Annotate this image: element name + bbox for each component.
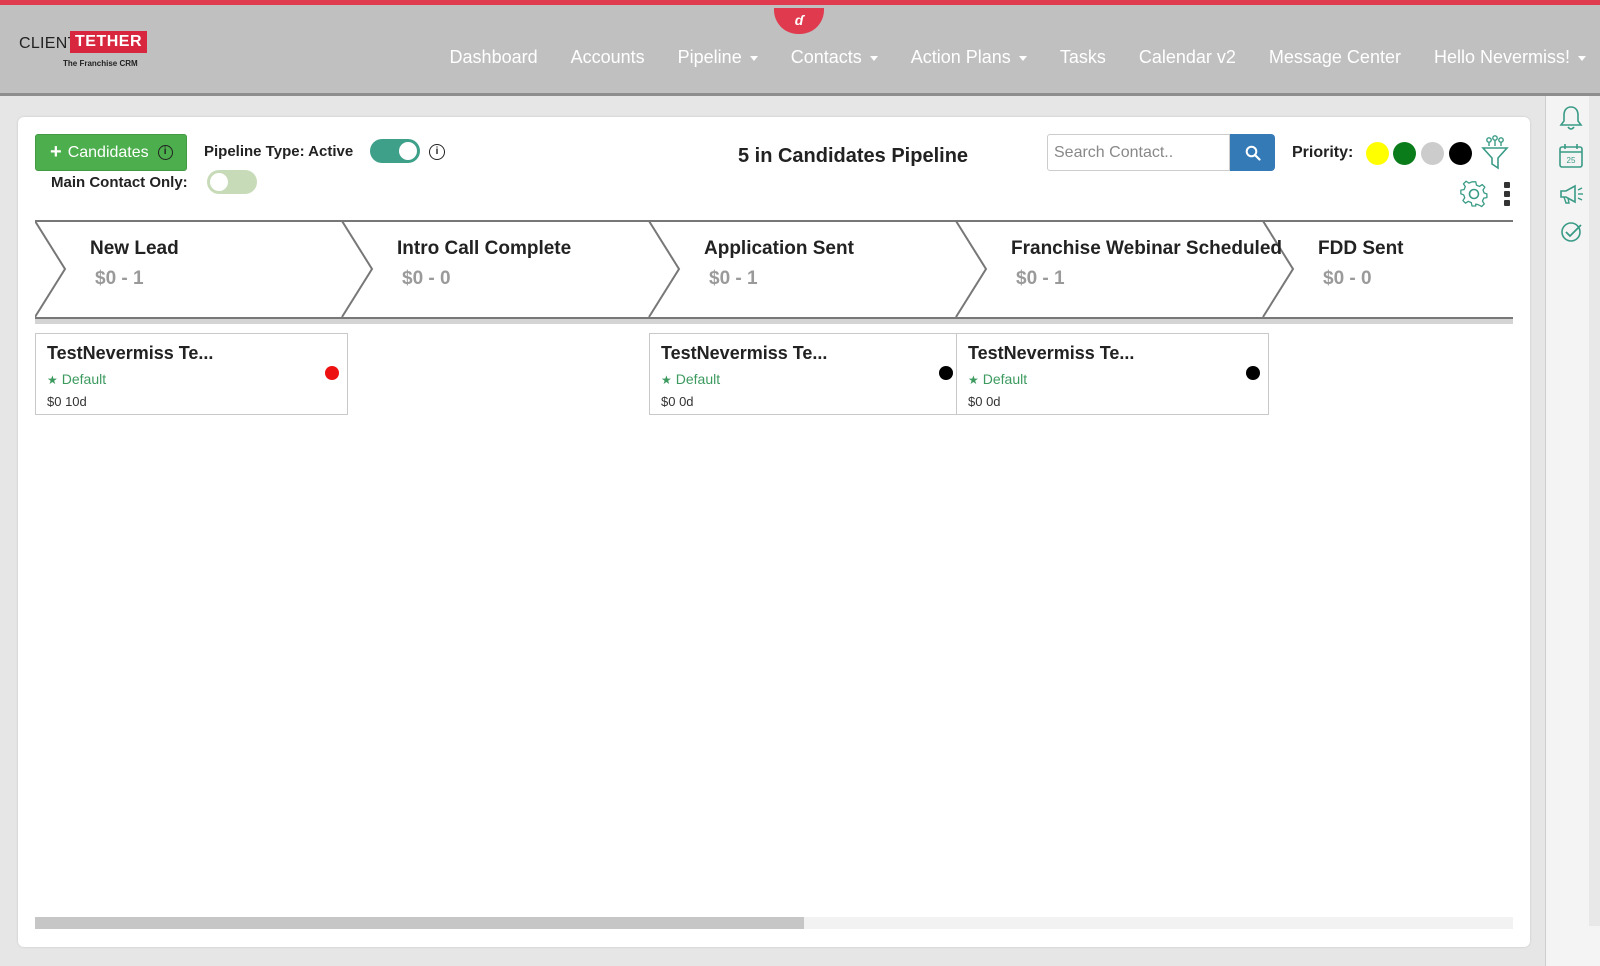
contact-card[interactable]: TestNevermiss Te... ★ Default $0 10d bbox=[35, 333, 348, 415]
card-contact-name[interactable]: TestNevermiss Te... bbox=[661, 343, 827, 364]
info-icon[interactable]: i bbox=[429, 144, 445, 160]
priority-dot bbox=[1246, 366, 1260, 380]
stage-name: New Lead bbox=[90, 238, 179, 259]
header-notch-badge: ɗ bbox=[774, 8, 824, 34]
stage-franchise-webinar-scheduled[interactable]: Franchise Webinar Scheduled $0 - 1 bbox=[1011, 238, 1282, 290]
card-tag: ★ Default bbox=[47, 371, 107, 387]
stage-intro-call-complete[interactable]: Intro Call Complete $0 - 0 bbox=[397, 238, 571, 290]
nav-action-plans[interactable]: Action Plans bbox=[911, 47, 1027, 68]
horizontal-scrollbar[interactable] bbox=[35, 917, 1513, 929]
priority-dot bbox=[939, 366, 953, 380]
nav-tasks[interactable]: Tasks bbox=[1060, 47, 1106, 68]
page-scrollbar[interactable] bbox=[1589, 96, 1600, 926]
add-candidate-label: Candidates bbox=[67, 143, 149, 161]
search-contact-input[interactable] bbox=[1047, 134, 1230, 171]
svg-text:25: 25 bbox=[1567, 156, 1576, 165]
nav-calendar-v2[interactable]: Calendar v2 bbox=[1139, 47, 1236, 68]
contact-card[interactable]: TestNevermiss Te... ★ Default $0 0d bbox=[649, 333, 962, 415]
pipeline-type-toggle[interactable] bbox=[370, 139, 420, 163]
nav-message-center[interactable]: Message Center bbox=[1269, 47, 1401, 68]
stage-name: FDD Sent bbox=[1318, 238, 1404, 259]
pipeline-type-label: Pipeline Type: Active bbox=[204, 143, 354, 160]
chevron-down-icon bbox=[869, 55, 878, 61]
card-tag: ★ Default bbox=[968, 371, 1028, 387]
bell-icon[interactable] bbox=[1557, 104, 1585, 132]
card-contact-name[interactable]: TestNevermiss Te... bbox=[47, 343, 213, 364]
nav-user-menu[interactable]: Hello Nevermiss! bbox=[1434, 47, 1586, 68]
logo-tagline: The Franchise CRM bbox=[63, 59, 138, 68]
pipeline-panel: + Candidates i Pipeline Type: Active i M… bbox=[18, 117, 1530, 947]
nav-contacts[interactable]: Contacts bbox=[791, 47, 878, 68]
star-icon: ★ bbox=[968, 373, 979, 387]
card-tag: ★ Default bbox=[661, 371, 721, 387]
nav-pipeline[interactable]: Pipeline bbox=[678, 47, 758, 68]
stage-summary: $0 - 0 bbox=[402, 268, 451, 289]
chevron-down-icon bbox=[1578, 55, 1586, 61]
top-navbar: ɗ CLIENT TETHER The Franchise CRM Dashbo… bbox=[0, 0, 1600, 96]
pipeline-stages: New Lead $0 - 1 Intro Call Complete $0 -… bbox=[35, 220, 1513, 324]
megaphone-icon[interactable] bbox=[1557, 180, 1585, 208]
stage-name: Application Sent bbox=[704, 238, 854, 259]
stage-summary: $0 - 1 bbox=[709, 268, 758, 289]
add-candidate-button[interactable]: + Candidates i bbox=[35, 134, 187, 171]
priority-black[interactable] bbox=[1449, 142, 1472, 165]
main-nav: Dashboard Accounts Pipeline Contacts Act… bbox=[417, 47, 1586, 68]
card-meta: $0 10d bbox=[47, 394, 87, 409]
more-options-icon[interactable] bbox=[1502, 182, 1512, 210]
gear-icon[interactable] bbox=[1459, 179, 1489, 209]
star-icon: ★ bbox=[47, 373, 58, 387]
funnel-icon[interactable] bbox=[1480, 134, 1510, 170]
priority-gray[interactable] bbox=[1421, 142, 1444, 165]
check-circle-icon[interactable] bbox=[1557, 218, 1585, 246]
search-icon bbox=[1245, 145, 1261, 161]
star-icon: ★ bbox=[661, 373, 672, 387]
scrollbar-thumb[interactable] bbox=[35, 917, 804, 929]
plus-icon: + bbox=[50, 141, 62, 163]
pipeline-count-title: 5 in Candidates Pipeline bbox=[737, 145, 969, 167]
chevron-down-icon bbox=[1018, 55, 1027, 61]
priority-label: Priority: bbox=[1292, 144, 1354, 161]
info-icon[interactable]: i bbox=[157, 145, 173, 160]
priority-green[interactable] bbox=[1393, 142, 1416, 165]
card-meta: $0 0d bbox=[661, 394, 694, 409]
contact-card[interactable]: TestNevermiss Te... ★ Default $0 0d bbox=[956, 333, 1269, 415]
main-contact-toggle[interactable] bbox=[207, 170, 257, 194]
card-contact-name[interactable]: TestNevermiss Te... bbox=[968, 343, 1134, 364]
stage-summary: $0 - 1 bbox=[95, 268, 144, 289]
stage-name: Intro Call Complete bbox=[397, 238, 572, 259]
stage-new-lead[interactable]: New Lead $0 - 1 bbox=[90, 238, 179, 290]
stage-name: Franchise Webinar Scheduled bbox=[1011, 238, 1283, 259]
logo-client-text: CLIENT bbox=[19, 35, 78, 52]
nav-accounts[interactable]: Accounts bbox=[571, 47, 645, 68]
stage-application-sent[interactable]: Application Sent $0 - 1 bbox=[704, 238, 854, 290]
logo-tether-text: TETHER bbox=[70, 31, 147, 53]
priority-dot bbox=[325, 366, 339, 380]
search-button[interactable] bbox=[1230, 134, 1275, 171]
stage-fdd-sent[interactable]: FDD Sent $0 - 0 bbox=[1318, 238, 1404, 290]
stage-summary: $0 - 0 bbox=[1323, 268, 1372, 289]
main-contact-label: Main Contact Only: bbox=[51, 174, 188, 191]
chevron-down-icon bbox=[749, 55, 758, 61]
priority-yellow[interactable] bbox=[1366, 142, 1389, 165]
client-tether-logo[interactable]: CLIENT TETHER The Franchise CRM bbox=[19, 31, 149, 71]
nav-dashboard[interactable]: Dashboard bbox=[450, 47, 538, 68]
calendar-icon[interactable]: 25 bbox=[1557, 142, 1585, 170]
card-meta: $0 0d bbox=[968, 394, 1001, 409]
stage-summary: $0 - 1 bbox=[1016, 268, 1065, 289]
